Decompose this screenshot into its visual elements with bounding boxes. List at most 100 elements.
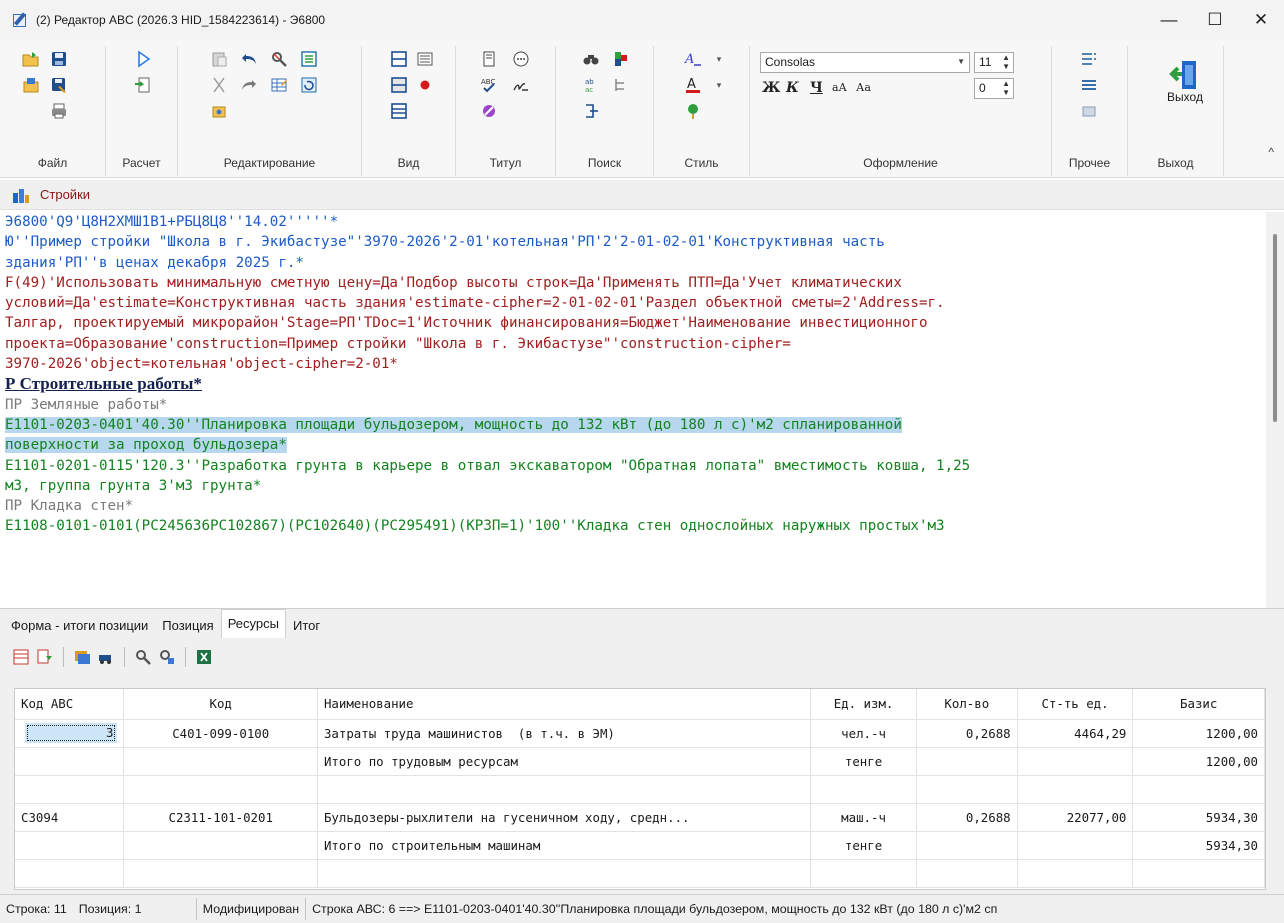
- column-header[interactable]: Наименование: [317, 689, 812, 720]
- table-cell[interactable]: Итого по строительным машинам: [317, 831, 812, 860]
- column-header[interactable]: Ст-ть ед.: [1017, 689, 1134, 720]
- color-icon[interactable]: [610, 48, 632, 70]
- table-cell[interactable]: [123, 831, 318, 860]
- resources-grid[interactable]: Код АВС Код Наименование Ед. изм. Кол-во…: [14, 688, 1266, 890]
- paste-icon[interactable]: [208, 48, 230, 70]
- exit-button[interactable]: Выход: [1148, 48, 1222, 138]
- print-icon[interactable]: [48, 100, 70, 122]
- tab-resources[interactable]: Ресурсы: [220, 609, 286, 638]
- cut-icon[interactable]: [208, 74, 230, 96]
- font-name-select[interactable]: Consolas ▼: [760, 52, 970, 73]
- editor-scrollbar[interactable]: [1266, 212, 1284, 608]
- table-cell[interactable]: [1017, 747, 1134, 776]
- align-lines-icon[interactable]: [1078, 74, 1100, 96]
- table-cell[interactable]: [810, 775, 917, 804]
- table-cell[interactable]: 0,2688: [916, 719, 1018, 748]
- underline-button[interactable]: Ч: [810, 80, 823, 96]
- table-cell[interactable]: С2311-101-0201: [123, 803, 318, 832]
- table-row[interactable]: Итого по строительным машинам тенге 5934…: [15, 831, 1265, 860]
- table-cell[interactable]: [916, 831, 1018, 860]
- table-row[interactable]: Итого по трудовым ресурсам тенге 1200,00: [15, 747, 1265, 776]
- search-db-icon[interactable]: [158, 648, 176, 666]
- font-color-icon[interactable]: A: [682, 74, 704, 96]
- indent-field[interactable]: 0 ▲ ▼: [974, 78, 1014, 99]
- table-cell[interactable]: 22077,00: [1017, 803, 1134, 832]
- table-cell[interactable]: чел.-ч: [810, 719, 917, 748]
- table-cell[interactable]: 5934,30: [1132, 831, 1265, 860]
- table-cell[interactable]: [123, 859, 318, 888]
- tab-total[interactable]: Итог: [286, 611, 327, 638]
- layout-split-icon[interactable]: [388, 48, 410, 70]
- record-icon[interactable]: [414, 74, 436, 96]
- search-icon[interactable]: [134, 648, 152, 666]
- scrollbar-thumb[interactable]: [1273, 234, 1277, 422]
- table-cell[interactable]: маш.-ч: [810, 803, 917, 832]
- table-cell[interactable]: С3094: [15, 803, 125, 832]
- collapse-ribbon-button[interactable]: ^: [1268, 145, 1274, 159]
- breadcrumb-label[interactable]: Стройки: [40, 187, 90, 202]
- table-cell[interactable]: Бульдозеры-рыхлители на гусеничном ходу,…: [317, 803, 812, 832]
- table-cell[interactable]: [15, 859, 125, 888]
- tab-form-totals[interactable]: Форма - итоги позиции: [4, 611, 155, 638]
- save-as-icon[interactable]: [48, 74, 70, 96]
- undo-icon[interactable]: [238, 48, 260, 70]
- tree-icon[interactable]: [610, 74, 632, 96]
- grid-refresh-icon[interactable]: [298, 74, 320, 96]
- signature-icon[interactable]: [510, 74, 532, 96]
- table-cell[interactable]: [1132, 859, 1265, 888]
- save-icon[interactable]: [48, 48, 70, 70]
- list-icon[interactable]: [298, 48, 320, 70]
- table-cell[interactable]: [1017, 775, 1134, 804]
- italic-button[interactable]: К: [786, 80, 799, 96]
- spinner-icon[interactable]: ▲ ▼: [1002, 79, 1010, 97]
- table-cell[interactable]: тенге: [810, 831, 917, 860]
- subscript-icon[interactable]: Аа: [856, 81, 871, 94]
- goto-icon[interactable]: [580, 100, 602, 122]
- table-row[interactable]: [15, 775, 1265, 804]
- resources-icon[interactable]: [73, 648, 91, 666]
- filter-icon[interactable]: [36, 648, 54, 666]
- redo-icon[interactable]: [238, 74, 260, 96]
- layout-panel-icon[interactable]: [388, 74, 410, 96]
- spinner-icon[interactable]: ▲ ▼: [1002, 53, 1010, 71]
- table-cell[interactable]: [1017, 859, 1134, 888]
- clipboard-icon[interactable]: [208, 100, 230, 122]
- table-cell[interactable]: 0,2688: [916, 803, 1018, 832]
- table-cell[interactable]: 5934,30: [1132, 803, 1265, 832]
- table-row[interactable]: С3094 С2311-101-0201 Бульдозеры-рыхлител…: [15, 803, 1265, 832]
- tab-position[interactable]: Позиция: [155, 611, 220, 638]
- column-header[interactable]: Код: [123, 689, 318, 720]
- table-cell[interactable]: [15, 747, 125, 776]
- table-cell[interactable]: 1200,00: [1132, 747, 1265, 776]
- no-entry-icon[interactable]: [478, 100, 500, 122]
- column-header[interactable]: Кол-во: [916, 689, 1018, 720]
- superscript-icon[interactable]: аА: [832, 81, 847, 94]
- table-cell[interactable]: [317, 775, 812, 804]
- font-size-icon[interactable]: A: [682, 48, 704, 70]
- table-cell[interactable]: Итого по трудовым ресурсам: [317, 747, 812, 776]
- layout-list-icon[interactable]: [414, 48, 436, 70]
- table-cell[interactable]: [123, 775, 318, 804]
- code-editor[interactable]: Э6800'Q9'Ц8Н2ХМШ1В1+РБЦ8Ц8''14.02'''''* …: [0, 212, 1266, 608]
- column-header[interactable]: Код АВС: [15, 689, 125, 720]
- excel-icon[interactable]: [195, 648, 213, 666]
- table-cell[interactable]: [123, 747, 318, 776]
- table-cell[interactable]: [1017, 831, 1134, 860]
- replace-text-icon[interactable]: ab ac: [580, 74, 602, 96]
- column-header[interactable]: Ед. изм.: [810, 689, 917, 720]
- table-cell[interactable]: [810, 859, 917, 888]
- table-cell[interactable]: 4464,29: [1017, 719, 1134, 748]
- table-cell[interactable]: [916, 859, 1018, 888]
- run-icon[interactable]: [132, 48, 154, 70]
- font-size-field[interactable]: 11 ▲ ▼: [974, 52, 1014, 73]
- table-view-icon[interactable]: [12, 648, 30, 666]
- more-icon[interactable]: [510, 48, 532, 70]
- table-row[interactable]: 3 С401-099-0100 Затраты труда машинистов…: [15, 719, 1265, 748]
- open-folder-icon[interactable]: [20, 48, 42, 70]
- table-cell[interactable]: тенге: [810, 747, 917, 776]
- layout-rows-icon[interactable]: [388, 100, 410, 122]
- table-cell[interactable]: [916, 747, 1018, 776]
- title-page-icon[interactable]: [478, 48, 500, 70]
- font-size-dropdown-icon[interactable]: ▾: [708, 48, 730, 70]
- settings-grid-icon[interactable]: [1078, 100, 1100, 122]
